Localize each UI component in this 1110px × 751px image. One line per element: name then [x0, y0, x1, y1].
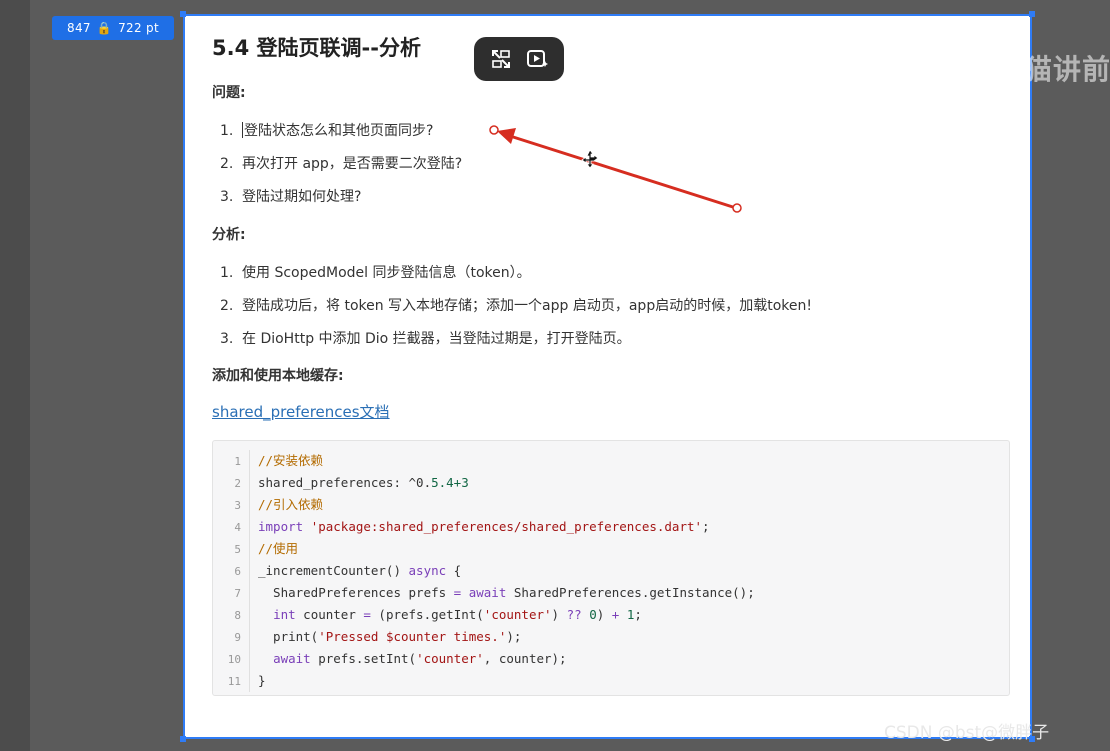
analysis-text: 在 DioHttp 中添加 Dio 拦截器，当登陆过期是，打开登陆页。 [242, 331, 631, 347]
resize-handle-top-right[interactable] [1029, 11, 1035, 17]
code-line: 11} [213, 670, 266, 692]
analysis-number: 2. [220, 298, 234, 314]
code-string: 'Pressed $counter times.' [318, 629, 507, 644]
analysis-item: 3. 在 DioHttp 中添加 Dio 拦截器，当登陆过期是，打开登陆页。 [220, 328, 631, 348]
line-number: 6 [234, 565, 241, 578]
code-comment: //使用 [258, 541, 299, 556]
code-text: } [258, 673, 266, 688]
line-number: 3 [234, 499, 241, 512]
code-line: 8 int counter = (prefs.getInt('counter')… [213, 604, 642, 626]
code-block[interactable]: 1 //安装依赖 2 shared_preferences: ^0.5.4+3 3 /… [212, 440, 1010, 696]
question-item: 3. 登陆过期如何处理? [220, 186, 361, 206]
resize-handle-top-left[interactable] [180, 11, 186, 17]
resize-handle-bottom-left[interactable] [180, 736, 186, 742]
watermark: 程序员老猫讲前 [908, 53, 1110, 86]
code-keyword: async [408, 563, 447, 578]
code-keyword: int [273, 607, 296, 622]
question-text: 登陆状态怎么和其他页面同步? [244, 123, 434, 139]
code-text: ; [634, 607, 642, 622]
code-string: 'package:shared_preferences/shared_prefe… [310, 519, 703, 534]
line-number: 10 [227, 653, 241, 666]
code-text: SharedPreferences prefs [258, 585, 454, 600]
size-height: 722 [118, 21, 142, 35]
code-number: 5.4 [431, 475, 454, 490]
code-number: 0 [589, 607, 597, 622]
code-operator: ?? [566, 607, 582, 622]
code-comment: //安装依赖 [258, 453, 324, 468]
question-number: 1. [220, 123, 234, 139]
questions-heading: 问题: [212, 85, 246, 101]
lock-icon: 🔒 [96, 21, 113, 35]
code-line: 10 await prefs.setInt('counter', counter… [213, 648, 567, 670]
code-keyword: await [273, 651, 311, 666]
line-number: 7 [234, 587, 241, 600]
analysis-number: 3. [220, 331, 234, 347]
question-text: 登陆过期如何处理? [242, 189, 362, 205]
code-text: { [446, 563, 462, 578]
code-line: 2 shared_preferences: ^0.5.4+3 [213, 472, 469, 494]
floating-toolbar [474, 37, 564, 81]
text-cursor [242, 122, 243, 138]
code-line: 9 print('Pressed $counter times.'); [213, 626, 521, 648]
analysis-heading: 分析: [212, 227, 246, 243]
code-keyword: import [258, 519, 304, 534]
code-text: prefs.setInt( [310, 651, 417, 666]
analysis-item: 1. 使用 ScopedModel 同步登陆信息（token）。 [220, 262, 531, 282]
storage-heading: 添加和使用本地缓存: [212, 368, 344, 384]
analysis-item: 2. 登陆成功后，将 token 写入本地存储；添加一个app 启动页，app启动… [220, 295, 812, 315]
code-text: ) [596, 607, 612, 622]
code-line: 4 import 'package:shared_preferences/shar… [213, 516, 710, 538]
page-title: 5.4 登陆页联调--分析 [212, 36, 421, 60]
csdn-watermark: CSDN @bst@微胖子 [884, 723, 1050, 743]
code-keyword: await [468, 585, 507, 600]
question-item: 1. 登陆状态怎么和其他页面同步? [220, 120, 433, 140]
question-item: 2. 再次打开 app，是否需要二次登陆? [220, 153, 462, 173]
question-number: 3. [220, 189, 234, 205]
code-number: +3 [453, 475, 469, 490]
size-width: 847 [67, 21, 91, 35]
size-unit: pt [146, 21, 159, 35]
video-ai-icon[interactable] [523, 44, 553, 74]
code-string: 'counter' [483, 607, 552, 622]
code-text: ); [506, 629, 522, 644]
code-text: SharedPreferences.getInstance(); [506, 585, 755, 600]
code-text: ) [551, 607, 567, 622]
code-line: 1 //安装依赖 [213, 450, 323, 472]
code-line: 5 //使用 [213, 538, 298, 560]
shared-preferences-doc-link[interactable]: shared_preferences文档 [212, 401, 390, 422]
code-text: counter [295, 607, 364, 622]
analysis-text: 登陆成功后，将 token 写入本地存储；添加一个app 启动页，app启动的时… [242, 298, 812, 314]
line-number: 1 [234, 455, 241, 468]
code-line: 6 _incrementCounter() async { [213, 560, 461, 582]
code-comment: //引入依赖 [258, 497, 324, 512]
analysis-text: 使用 ScopedModel 同步登陆信息（token）。 [242, 265, 531, 281]
code-text: shared_preferences: ^0. [258, 475, 432, 490]
left-background-strip [0, 0, 30, 751]
line-number: 5 [234, 543, 241, 556]
code-string: 'counter' [416, 651, 484, 666]
line-number: 11 [227, 675, 241, 688]
size-badge: 847 🔒 722 pt [52, 16, 174, 40]
analysis-number: 1. [220, 265, 234, 281]
code-text: print( [258, 629, 319, 644]
line-number: 2 [234, 477, 241, 490]
question-number: 2. [220, 156, 234, 172]
code-text: ; [702, 519, 710, 534]
code-operator: = [363, 607, 371, 622]
code-line: 7 SharedPreferences prefs = await Shared… [213, 582, 755, 604]
code-line: 3 //引入依赖 [213, 494, 323, 516]
line-number: 4 [234, 521, 241, 534]
code-text: (prefs.getInt( [370, 607, 484, 622]
question-text: 再次打开 app，是否需要二次登陆? [242, 156, 463, 172]
code-text: _incrementCounter() [258, 563, 409, 578]
picture-in-picture-icon[interactable] [486, 44, 516, 74]
line-number: 8 [234, 609, 241, 622]
code-text: , counter); [483, 651, 567, 666]
line-number: 9 [234, 631, 241, 644]
